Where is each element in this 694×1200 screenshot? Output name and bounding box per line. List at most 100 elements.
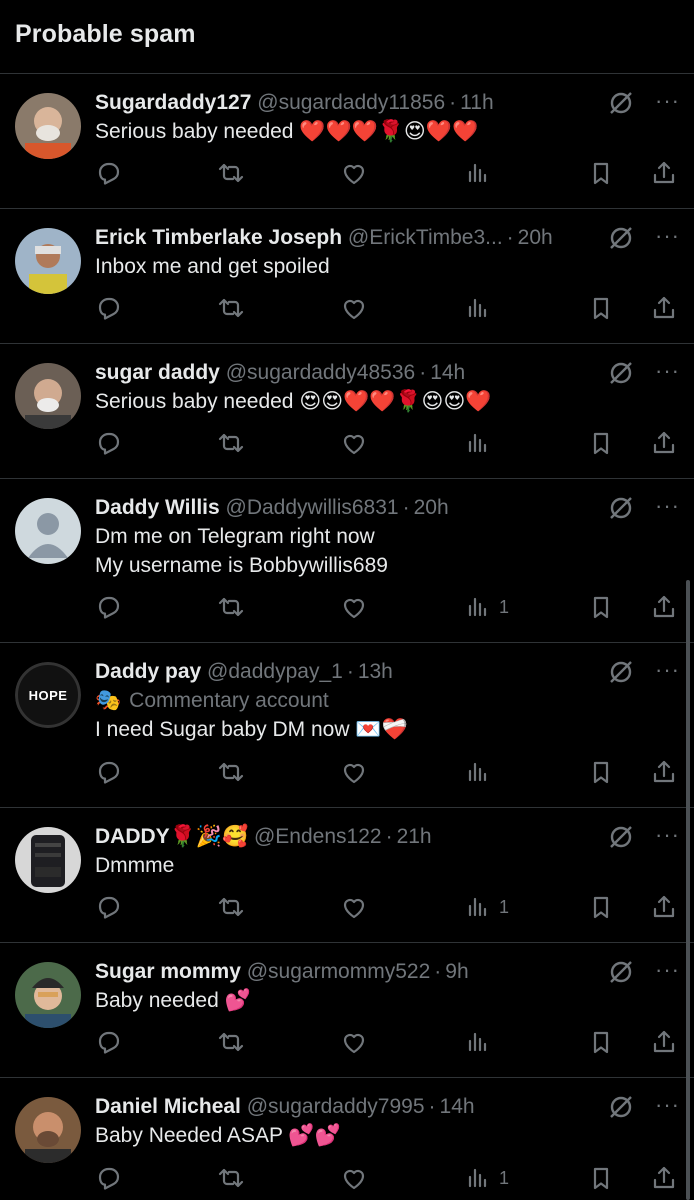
author-handle[interactable]: @sugardaddy7995 <box>247 1095 425 1118</box>
post[interactable]: Daddy Willis @Daddywillis6831 · 20h Dm me … <box>0 479 694 643</box>
share-button[interactable] <box>650 428 678 458</box>
post-time[interactable]: 13h <box>358 660 393 683</box>
retweet-button[interactable] <box>217 592 245 622</box>
share-button[interactable] <box>650 158 678 188</box>
author-handle[interactable]: @Endens122 <box>254 825 382 848</box>
views-button[interactable] <box>463 1027 499 1057</box>
retweet-button[interactable] <box>217 1027 245 1057</box>
like-button[interactable] <box>340 757 368 787</box>
bookmark-button[interactable] <box>587 158 615 188</box>
share-button[interactable] <box>650 1163 678 1193</box>
bookmark-button[interactable] <box>587 1027 615 1057</box>
like-button[interactable] <box>340 293 368 323</box>
reply-button[interactable] <box>95 1027 123 1057</box>
like-button[interactable] <box>340 158 368 188</box>
views-button[interactable]: 1 <box>463 892 509 922</box>
like-button[interactable] <box>340 1027 368 1057</box>
reply-button[interactable] <box>95 428 123 458</box>
bookmark-button[interactable] <box>587 757 615 787</box>
views-button[interactable] <box>463 428 499 458</box>
views-button[interactable]: 1 <box>463 592 509 622</box>
author-name[interactable]: Sugar mommy <box>95 960 241 983</box>
views-button[interactable] <box>463 293 499 323</box>
post-time[interactable]: 14h <box>430 361 465 384</box>
views-button[interactable]: 1 <box>463 1163 509 1193</box>
more-icon[interactable]: ··· <box>655 1092 680 1118</box>
share-button[interactable] <box>650 757 678 787</box>
grok-icon[interactable] <box>608 659 634 685</box>
author-handle[interactable]: @sugarmommy522 <box>247 960 431 983</box>
avatar[interactable] <box>15 363 81 429</box>
like-button[interactable] <box>340 1163 368 1193</box>
post[interactable]: HOPE Daddy pay @daddypay_1 · 13h 🎭 Comment… <box>0 643 694 808</box>
like-button[interactable] <box>340 428 368 458</box>
post-time[interactable]: 20h <box>518 226 553 249</box>
more-icon[interactable]: ··· <box>655 358 680 384</box>
post-time[interactable]: 11h <box>460 91 493 114</box>
avatar[interactable] <box>15 962 81 1028</box>
share-button[interactable] <box>650 592 678 622</box>
author-name[interactable]: Erick Timberlake Joseph <box>95 226 342 249</box>
grok-icon[interactable] <box>608 90 634 116</box>
bookmark-button[interactable] <box>587 892 615 922</box>
grok-icon[interactable] <box>608 1094 634 1120</box>
share-button[interactable] <box>650 892 678 922</box>
grok-icon[interactable] <box>608 824 634 850</box>
more-icon[interactable]: ··· <box>655 493 680 519</box>
retweet-button[interactable] <box>217 1163 245 1193</box>
grok-icon[interactable] <box>608 959 634 985</box>
reply-button[interactable] <box>95 293 123 323</box>
retweet-button[interactable] <box>217 428 245 458</box>
reply-button[interactable] <box>95 592 123 622</box>
like-button[interactable] <box>340 892 368 922</box>
author-handle[interactable]: @sugardaddy48536 <box>226 361 415 384</box>
post[interactable]: DADDY🌹🎉🥰 @Endens122 · 21h Dmmme ··· 1 <box>0 808 694 943</box>
author-name[interactable]: Sugardaddy127 <box>95 91 251 114</box>
avatar[interactable] <box>15 228 81 294</box>
post[interactable]: Sugar mommy @sugarmommy522 · 9h Baby neede… <box>0 943 694 1078</box>
author-name[interactable]: Daniel Micheal <box>95 1095 241 1118</box>
avatar[interactable] <box>15 498 81 564</box>
retweet-button[interactable] <box>217 293 245 323</box>
more-icon[interactable]: ··· <box>655 88 680 114</box>
more-icon[interactable]: ··· <box>655 822 680 848</box>
post[interactable]: Daniel Micheal @sugardaddy7995 · 14h Baby … <box>0 1078 694 1200</box>
author-handle[interactable]: @sugardaddy11856 <box>257 91 445 114</box>
more-icon[interactable]: ··· <box>655 657 680 683</box>
avatar[interactable] <box>15 93 81 159</box>
author-handle[interactable]: @daddypay_1 <box>207 660 343 683</box>
author-handle[interactable]: @ErickTimbe3... <box>348 226 503 249</box>
post-time[interactable]: 20h <box>414 496 449 519</box>
reply-button[interactable] <box>95 158 123 188</box>
share-button[interactable] <box>650 293 678 323</box>
retweet-button[interactable] <box>217 892 245 922</box>
retweet-button[interactable] <box>217 158 245 188</box>
post[interactable]: Sugardaddy127 @sugardaddy11856 · 11h Serio… <box>0 74 694 209</box>
reply-button[interactable] <box>95 892 123 922</box>
post-time[interactable]: 9h <box>445 960 468 983</box>
views-button[interactable] <box>463 757 499 787</box>
post-time[interactable]: 14h <box>440 1095 475 1118</box>
bookmark-button[interactable] <box>587 428 615 458</box>
author-name[interactable]: Daddy Willis <box>95 496 220 519</box>
post[interactable]: Erick Timberlake Joseph @ErickTimbe3... ·… <box>0 209 694 344</box>
more-icon[interactable]: ··· <box>655 223 680 249</box>
grok-icon[interactable] <box>608 495 634 521</box>
share-button[interactable] <box>650 1027 678 1057</box>
avatar[interactable] <box>15 1097 81 1163</box>
author-name[interactable]: sugar daddy <box>95 361 220 384</box>
grok-icon[interactable] <box>608 225 634 251</box>
post-time[interactable]: 21h <box>397 825 432 848</box>
bookmark-button[interactable] <box>587 1163 615 1193</box>
avatar[interactable]: HOPE <box>15 662 81 728</box>
reply-button[interactable] <box>95 1163 123 1193</box>
post[interactable]: sugar daddy @sugardaddy48536 · 14h Serious… <box>0 344 694 479</box>
views-button[interactable] <box>463 158 499 188</box>
bookmark-button[interactable] <box>587 293 615 323</box>
bookmark-button[interactable] <box>587 592 615 622</box>
author-name[interactable]: DADDY🌹🎉🥰 <box>95 825 248 848</box>
author-name[interactable]: Daddy pay <box>95 660 201 683</box>
author-handle[interactable]: @Daddywillis6831 <box>226 496 399 519</box>
scrollbar[interactable] <box>686 580 690 1200</box>
like-button[interactable] <box>340 592 368 622</box>
